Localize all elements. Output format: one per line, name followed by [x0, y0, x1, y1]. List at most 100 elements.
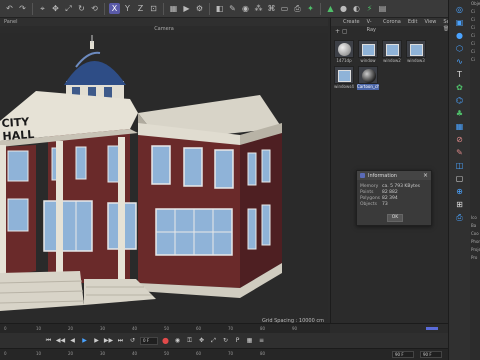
autokey-icon[interactable]: ◉	[173, 336, 182, 345]
add-material-icon[interactable]: + ▢	[335, 28, 348, 35]
effector-icon[interactable]: ♣	[454, 108, 465, 119]
next-key-icon[interactable]: ▶▶	[104, 336, 113, 345]
current-frame-field[interactable]: 0 F	[140, 336, 158, 345]
object-row[interactable]: Ci	[470, 48, 480, 56]
timeline-tick: 0	[4, 326, 7, 331]
polygon-icon[interactable]: ⬡	[454, 43, 465, 54]
material-swatch	[334, 40, 354, 58]
object-row[interactable]: Ci	[470, 16, 480, 24]
deform-icon[interactable]: ⌬	[454, 95, 465, 106]
next-frame-icon[interactable]: ▶	[92, 336, 101, 345]
timeline-menu-icon[interactable]: ≡	[257, 336, 266, 345]
select-tool-icon[interactable]: ⌖	[37, 3, 48, 14]
timeline-scrollbar[interactable]	[426, 327, 438, 330]
layout-icon[interactable]: ▤	[377, 3, 388, 14]
light-icon[interactable]: ✦	[305, 3, 316, 14]
camera-dock-icon[interactable]: ⎙	[454, 212, 465, 223]
material-item[interactable]: 1471dp	[333, 40, 355, 64]
scene-icon[interactable]: ◫	[454, 160, 465, 171]
generator-icon[interactable]: ✿	[454, 82, 465, 93]
object-row[interactable]: Ci	[470, 32, 480, 40]
camera-icon[interactable]: ⎙	[292, 3, 303, 14]
text-tool-icon[interactable]: T	[454, 69, 465, 80]
display-icon[interactable]: ▢	[454, 173, 465, 184]
redo-icon[interactable]: ↷	[17, 3, 28, 14]
attribute-row[interactable]: Phon	[470, 238, 480, 246]
ok-button[interactable]: OK	[387, 214, 403, 222]
sphere-primitive-icon[interactable]: ●	[454, 30, 465, 41]
timeline-ruler[interactable]: 0 10 20 30 40 50 60 70 80 90	[0, 323, 448, 334]
attribute-row[interactable]: Pro	[470, 254, 480, 262]
menu-view[interactable]: View	[425, 18, 437, 26]
menu-create[interactable]: Create	[343, 18, 360, 26]
material-item[interactable]: Cartoon_ch	[357, 66, 379, 90]
coordinate-system-icon[interactable]: ⊡	[148, 3, 159, 14]
scale-key-icon[interactable]: ⤢	[209, 336, 218, 345]
axis-y-button[interactable]: Y	[122, 3, 133, 14]
menu-corona[interactable]: Corona	[383, 18, 401, 26]
move-tool-icon[interactable]: ✥	[50, 3, 61, 14]
render-settings-icon[interactable]: ⚙	[194, 3, 205, 14]
workplane-icon[interactable]: ⊞	[454, 199, 465, 210]
floor-icon[interactable]: ▭	[279, 3, 290, 14]
vray-icon[interactable]: ▲	[325, 3, 336, 14]
render-region-icon[interactable]: ▦	[168, 3, 179, 14]
material-swatch	[334, 66, 354, 84]
go-to-end-icon[interactable]: ⏭	[116, 336, 125, 345]
attribute-row[interactable]: Ico	[470, 214, 480, 222]
rotation-key-icon[interactable]: ↻	[221, 336, 230, 345]
object-row[interactable]: Ci	[470, 40, 480, 48]
render-view-icon[interactable]: ▶	[181, 3, 192, 14]
menu-edit[interactable]: Edit	[408, 18, 418, 26]
parameter-key-icon[interactable]: P	[233, 336, 242, 345]
undo-icon[interactable]: ↶	[4, 3, 15, 14]
cloner-icon[interactable]: ⁂	[253, 3, 264, 14]
scale-tool-icon[interactable]: ⤢	[63, 3, 74, 14]
attribute-row[interactable]: Coo	[470, 230, 480, 238]
python-icon[interactable]: ⚡	[364, 3, 375, 14]
go-to-start-icon[interactable]: ⏮	[44, 336, 53, 345]
object-row[interactable]: Ci	[470, 56, 480, 64]
axis-z-button[interactable]: Z	[135, 3, 146, 14]
close-icon[interactable]: ×	[423, 172, 428, 179]
panel-menu[interactable]: Panel	[4, 19, 18, 25]
deformer-icon[interactable]: ⌘	[266, 3, 277, 14]
point-level-icon[interactable]: ▦	[245, 336, 254, 345]
rotate-tool-icon[interactable]: ↻	[76, 3, 87, 14]
cube-primitive-icon[interactable]: ▣	[454, 17, 465, 28]
null-object-icon[interactable]: ◎	[454, 4, 465, 15]
end-frame-field[interactable]: 90 F	[392, 351, 414, 358]
attribute-row[interactable]: Projec	[470, 246, 480, 254]
material-ball-icon[interactable]: ◐	[351, 3, 362, 14]
attribute-row[interactable]: Ba	[470, 222, 480, 230]
menu-vray[interactable]: V-Ray	[367, 18, 376, 33]
material-item[interactable]: windows4	[333, 66, 355, 90]
previous-frame-icon[interactable]: ◀	[68, 336, 77, 345]
camera-name[interactable]: Camera	[154, 26, 174, 32]
previous-key-icon[interactable]: ◀◀	[56, 336, 65, 345]
position-key-icon[interactable]: ✥	[197, 336, 206, 345]
loop-icon[interactable]: ↺	[128, 336, 137, 345]
snap-icon[interactable]: ⊕	[454, 186, 465, 197]
keyframe-selection-icon[interactable]: ⚿	[185, 336, 194, 345]
object-row[interactable]: Ci	[470, 24, 480, 32]
material-item[interactable]: window2	[381, 40, 403, 64]
paint-icon[interactable]: ✎	[454, 147, 465, 158]
3d-viewport[interactable]: CITY HALL	[0, 33, 328, 323]
max-frame-field[interactable]: 90 F	[420, 351, 442, 358]
material-item[interactable]: window	[357, 40, 379, 64]
material-item[interactable]: window3	[405, 40, 427, 64]
pen-icon[interactable]: ✎	[227, 3, 238, 14]
spline-icon[interactable]: ∿	[454, 56, 465, 67]
record-icon[interactable]: ●	[161, 336, 170, 345]
transform-tool-icon[interactable]: ⟲	[89, 3, 100, 14]
cube-icon[interactable]: ◧	[214, 3, 225, 14]
sphere-icon[interactable]: ●	[338, 3, 349, 14]
subdivision-icon[interactable]: ◉	[240, 3, 251, 14]
axis-x-button[interactable]: X	[109, 3, 120, 14]
tag-icon[interactable]: ⊘	[454, 134, 465, 145]
object-row[interactable]: Ci	[470, 8, 480, 16]
play-icon[interactable]: ▶	[80, 336, 89, 345]
material-label: window3	[407, 58, 425, 63]
grid-icon[interactable]: ▦	[454, 121, 465, 132]
